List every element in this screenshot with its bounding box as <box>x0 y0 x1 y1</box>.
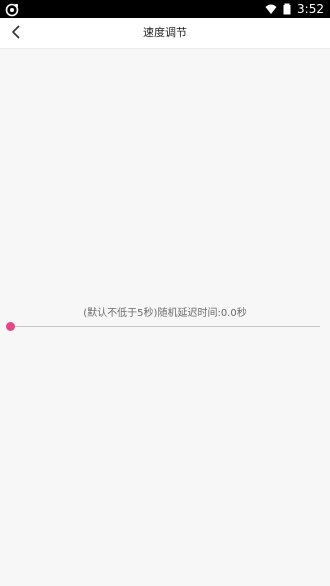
title-bar: 速度调节 <box>0 18 330 49</box>
page-title: 速度调节 <box>143 26 187 39</box>
status-time: 3:52 <box>297 2 324 16</box>
slider-thumb[interactable] <box>6 322 15 331</box>
app-notification-icon <box>5 2 19 17</box>
status-bar: 3:52 <box>0 0 330 18</box>
delay-slider[interactable] <box>6 320 320 334</box>
status-indicators: 3:52 <box>265 0 324 18</box>
slider-track[interactable] <box>10 326 320 327</box>
battery-icon <box>281 3 293 15</box>
wifi-icon <box>265 3 277 15</box>
delay-time-label: (默认不低于5秒)随机延迟时间:0.0秒 <box>83 308 247 319</box>
content-area: (默认不低于5秒)随机延迟时间:0.0秒 <box>0 49 330 586</box>
